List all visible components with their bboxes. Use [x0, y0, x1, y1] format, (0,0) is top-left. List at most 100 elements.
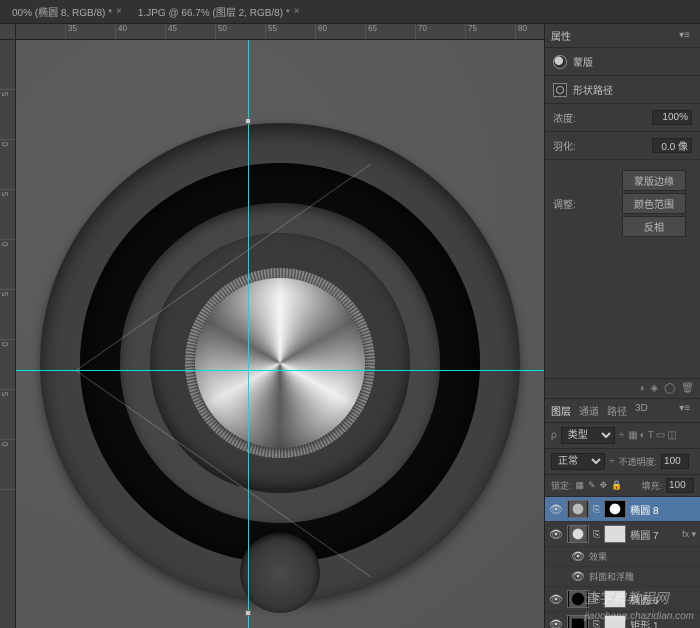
- ruler-tick: 0: [0, 440, 15, 490]
- mask-thumb[interactable]: [604, 500, 626, 518]
- layer-name[interactable]: 矩形 1: [630, 617, 696, 628]
- disable-mask-icon[interactable]: ◯: [664, 383, 675, 394]
- layer-fx-row[interactable]: 👁 斜面和浮雕: [545, 567, 700, 587]
- filter-text-icon[interactable]: T: [648, 430, 654, 441]
- link-icon[interactable]: ⎘: [593, 529, 600, 540]
- ruler-tick: 45: [166, 24, 216, 39]
- guide-vertical[interactable]: [248, 40, 249, 628]
- app-root: 00% (椭圆 8, RGB/8) * × 1.JPG @ 66.7% (图层 …: [0, 0, 700, 628]
- panel-menu-icon[interactable]: ▾≡: [675, 30, 694, 41]
- visibility-icon[interactable]: 👁: [549, 593, 563, 606]
- chevron-icon: ÷: [609, 456, 615, 467]
- ruler-tick: 80: [516, 24, 544, 39]
- canvas-area[interactable]: 35 40 45 50 55 60 65 70 75 80 5 0 5 0 5 …: [0, 24, 544, 628]
- ruler-tick: [0, 40, 15, 90]
- ruler-tick: 55: [266, 24, 316, 39]
- lock-paint-icon[interactable]: ✎: [588, 480, 596, 491]
- right-panels: 属性 ▾≡ 蒙版 形状路径 浓度: 羽化: 调整:: [544, 24, 700, 628]
- opacity-label: 不透明度:: [619, 455, 658, 468]
- doc-tab-1[interactable]: 1.JPG @ 66.7% (图层 2, RGB/8) * ×: [130, 0, 308, 23]
- layer-thumb[interactable]: [567, 590, 589, 608]
- layer-fx-row[interactable]: 👁 效果: [545, 547, 700, 567]
- knob-small: [240, 533, 320, 613]
- blend-mode-select[interactable]: 正常: [551, 453, 605, 470]
- filter-adjust-icon[interactable]: ◐: [640, 430, 646, 441]
- mask-thumb[interactable]: [604, 525, 626, 543]
- layer-row[interactable]: 👁 ⎘ 椭圆 8: [545, 497, 700, 522]
- mask-edge-button[interactable]: 蒙版边缘: [622, 170, 686, 191]
- doc-tab-0[interactable]: 00% (椭圆 8, RGB/8) * ×: [4, 0, 130, 23]
- tab-channels[interactable]: 通道: [579, 403, 599, 418]
- ruler-tick: 5: [0, 390, 15, 440]
- panel-title: 属性: [551, 28, 571, 43]
- ruler-vertical[interactable]: 5 0 5 0 5 0 5 0: [0, 40, 16, 628]
- properties-panel-header[interactable]: 属性 ▾≡: [545, 24, 700, 48]
- apply-mask-icon[interactable]: ◈: [650, 383, 658, 394]
- dial-artwork: [40, 123, 520, 603]
- filter-smart-icon[interactable]: ◫: [667, 430, 676, 441]
- layer-row[interactable]: 👁 ⎘ 椭圆 6: [545, 587, 700, 612]
- visibility-icon[interactable]: 👁: [549, 503, 563, 516]
- feather-row: 羽化:: [545, 132, 700, 160]
- path-anchor-bottom[interactable]: [245, 610, 251, 616]
- close-icon[interactable]: ×: [294, 6, 300, 17]
- panel-menu-icon[interactable]: ▾≡: [675, 403, 694, 418]
- visibility-icon[interactable]: 👁: [549, 618, 563, 628]
- mask-thumb[interactable]: [604, 590, 626, 608]
- layer-thumb[interactable]: [567, 615, 589, 628]
- invert-button[interactable]: 反相: [622, 216, 686, 237]
- mask-label: 蒙版: [573, 54, 593, 69]
- color-range-button[interactable]: 颜色范围: [622, 193, 686, 214]
- load-selection-icon[interactable]: ◑: [638, 383, 644, 394]
- tab-3d[interactable]: 3D: [635, 403, 648, 418]
- mask-icon[interactable]: [553, 55, 567, 69]
- tab-layers[interactable]: 图层: [551, 403, 571, 418]
- ruler-tick: 5: [0, 290, 15, 340]
- density-input[interactable]: [652, 110, 692, 125]
- link-icon[interactable]: ⎘: [593, 619, 600, 628]
- document-canvas[interactable]: [16, 40, 544, 628]
- link-icon[interactable]: ⎘: [593, 594, 600, 605]
- lock-pos-icon[interactable]: ✥: [600, 480, 608, 491]
- fill-input[interactable]: [666, 478, 694, 493]
- mask-thumb[interactable]: [604, 615, 626, 628]
- ruler-horizontal[interactable]: 35 40 45 50 55 60 65 70 75 80: [16, 24, 544, 40]
- fx-badge[interactable]: fx ▾: [682, 529, 696, 540]
- layer-name[interactable]: 椭圆 6: [630, 592, 696, 607]
- visibility-icon[interactable]: 👁: [571, 550, 585, 563]
- blend-opacity-row: 正常 ÷ 不透明度:: [545, 449, 700, 475]
- visibility-icon[interactable]: 👁: [549, 528, 563, 541]
- adjust-row: 调整: 蒙版边缘 颜色范围 反相: [545, 160, 700, 247]
- shape-path-icon[interactable]: [553, 83, 567, 97]
- filter-shape-icon[interactable]: ▭: [656, 430, 665, 441]
- layer-name[interactable]: 椭圆 7: [630, 527, 678, 542]
- link-icon[interactable]: ⎘: [593, 504, 600, 515]
- guide-horizontal[interactable]: [16, 370, 544, 371]
- document-tabs: 00% (椭圆 8, RGB/8) * × 1.JPG @ 66.7% (图层 …: [0, 0, 700, 24]
- close-icon[interactable]: ×: [116, 6, 122, 17]
- lock-all-icon[interactable]: 🔒: [611, 480, 622, 491]
- layer-list: 👁 ⎘ 椭圆 8 👁 ⎘ 椭圆 7 fx ▾ 👁 效果: [545, 497, 700, 628]
- filter-icons: ▦ ◐ T ▭ ◫: [628, 430, 677, 441]
- ruler-tick: 70: [416, 24, 466, 39]
- lock-trans-icon[interactable]: ▦: [576, 480, 585, 491]
- ruler-tick: 75: [466, 24, 516, 39]
- filter-kind-select[interactable]: 类型: [561, 427, 615, 444]
- ruler-tick: 60: [316, 24, 366, 39]
- feather-input[interactable]: [652, 138, 692, 153]
- path-anchor-top[interactable]: [245, 118, 251, 124]
- filter-pixel-icon[interactable]: ▦: [628, 430, 637, 441]
- layer-row[interactable]: 👁 ⎘ 椭圆 7 fx ▾: [545, 522, 700, 547]
- opacity-input[interactable]: [661, 454, 689, 469]
- layer-name[interactable]: 椭圆 8: [630, 502, 696, 517]
- layer-row[interactable]: 👁 ⎘ 矩形 1: [545, 612, 700, 628]
- search-icon[interactable]: ρ: [551, 430, 557, 441]
- fill-label: 填充:: [641, 479, 662, 492]
- layer-thumb[interactable]: [567, 500, 589, 518]
- delete-mask-icon[interactable]: 🗑: [681, 383, 694, 394]
- visibility-icon[interactable]: 👁: [571, 570, 585, 583]
- lock-row: 锁定: ▦ ✎ ✥ 🔒 填充:: [545, 475, 700, 497]
- tab-paths[interactable]: 路径: [607, 403, 627, 418]
- ruler-origin[interactable]: [0, 24, 16, 40]
- layer-thumb[interactable]: [567, 525, 589, 543]
